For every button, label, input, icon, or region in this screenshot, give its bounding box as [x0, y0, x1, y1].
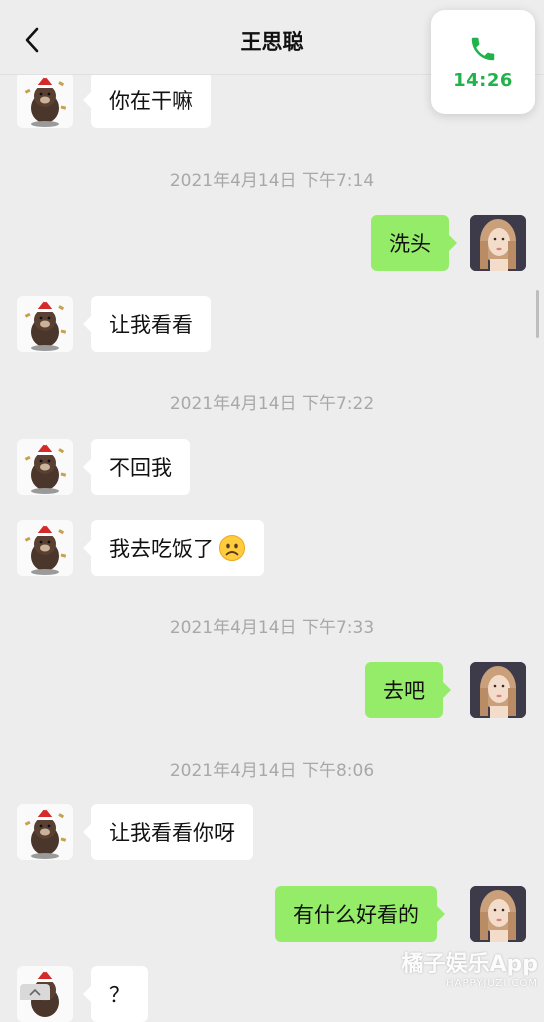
contact-avatar[interactable] — [17, 804, 73, 860]
message-bubble-sent[interactable]: 洗头 — [371, 215, 457, 271]
timestamp: 2021年4月14日 下午7:14 — [169, 171, 375, 191]
message-text: 去吧 — [383, 679, 425, 703]
message-bubble-received[interactable]: 我去吃饭了 — [83, 520, 264, 576]
message-bubble-received[interactable]: 你在干嘛 — [83, 72, 211, 128]
watermark-main-text: 橘子娱乐App — [401, 952, 538, 977]
timestamp: 2021年4月14日 下午8:06 — [169, 761, 375, 781]
contact-avatar[interactable] — [17, 520, 73, 576]
bear-avatar-icon — [24, 297, 67, 351]
message-text: 有什么好看的 — [293, 903, 419, 927]
contact-avatar[interactable] — [17, 72, 73, 128]
phone-icon — [471, 37, 495, 60]
scroll-up-button[interactable] — [20, 984, 50, 1000]
message-bubble-sent[interactable]: 有什么好看的 — [275, 886, 445, 942]
message-text: ？ — [109, 983, 130, 1007]
my-avatar[interactable] — [470, 662, 526, 718]
bear-avatar-icon — [24, 73, 67, 127]
sad-face-emoji-icon — [219, 535, 245, 561]
timestamp: 2021年4月14日 下午7:22 — [169, 394, 375, 414]
message-bubble-received[interactable]: 让我看看 — [83, 296, 211, 352]
message-text: 不回我 — [109, 456, 172, 480]
ongoing-call-widget[interactable]: 14:26 — [431, 10, 535, 114]
call-duration: 14:26 — [453, 69, 513, 91]
scroll-indicator[interactable] — [536, 290, 539, 338]
chevron-up-icon — [29, 988, 41, 996]
bear-avatar-icon — [24, 521, 67, 575]
girl-avatar-icon — [470, 215, 526, 271]
my-avatar[interactable] — [470, 886, 526, 942]
girl-avatar-icon — [470, 886, 526, 942]
girl-avatar-icon — [470, 662, 526, 718]
message-bubble-received[interactable]: ？ — [83, 966, 148, 1022]
message-text: 你在干嘛 — [109, 89, 193, 113]
message-bubble-received[interactable]: 不回我 — [83, 439, 190, 495]
message-bubble-received[interactable]: 让我看看你呀 — [83, 804, 253, 860]
contact-avatar[interactable] — [17, 439, 73, 495]
bear-avatar-icon — [24, 805, 67, 859]
contact-avatar[interactable] — [17, 296, 73, 352]
bear-avatar-icon — [24, 440, 67, 494]
message-text: 我去吃饭了 — [109, 537, 214, 561]
watermark-logo: 橘子娱乐App HAPPYJUZI.COM — [398, 946, 538, 989]
timestamp: 2021年4月14日 下午7:33 — [169, 618, 375, 638]
my-avatar[interactable] — [470, 215, 526, 271]
message-bubble-sent[interactable]: 去吧 — [365, 662, 451, 718]
message-text: 洗头 — [389, 232, 431, 256]
message-text: 让我看看 — [109, 313, 193, 337]
message-text: 让我看看你呀 — [109, 821, 235, 845]
watermark-sub-text: HAPPYJUZI.COM — [446, 978, 538, 989]
